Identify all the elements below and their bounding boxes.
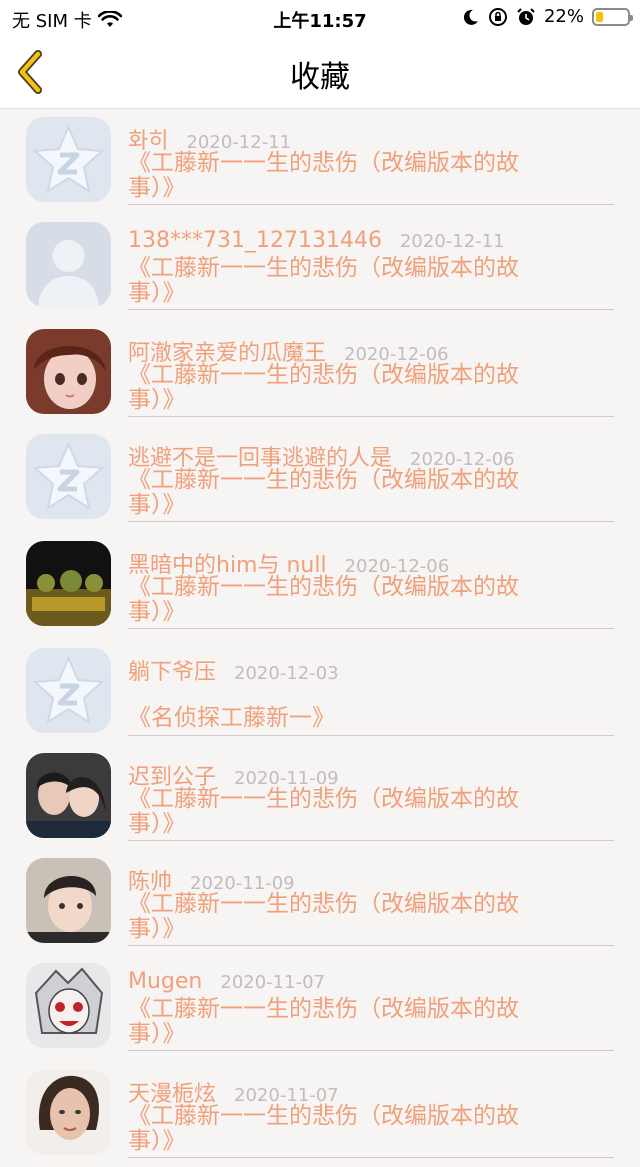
user-name[interactable]: 138***731_127131446 — [128, 228, 382, 253]
qq-default-avatar[interactable] — [26, 434, 111, 519]
qq-default-avatar[interactable] — [26, 648, 111, 733]
name-line: 躺下爷压 2020-12-03 — [128, 654, 339, 686]
nav-bar: 收藏 — [0, 34, 640, 109]
row-divider — [128, 309, 614, 310]
story-title[interactable]: 《工藤新一一生的悲伤（改编版本的故事）》 — [128, 1104, 558, 1154]
story-title[interactable]: 《工藤新一一生的悲伤（改编版本的故事）》 — [128, 892, 558, 942]
boy-photo-avatar[interactable] — [26, 858, 111, 943]
item-date: 2020-12-11 — [399, 231, 505, 252]
row-divider — [128, 735, 614, 736]
list-item[interactable]: 138***731_127131446 2020-12-11 《工藤新一一生的悲伤（… — [0, 214, 640, 319]
list-item[interactable]: 阿澈家亲爱的瓜魔王 2020-12-06 《工藤新一一生的悲伤（改编版本的故事）》 — [0, 321, 640, 426]
rotation-lock-icon — [488, 7, 507, 26]
status-bar: 无 SIM 卡 上午11:57 22% — [0, 0, 640, 34]
woman-photo-avatar[interactable] — [26, 1070, 111, 1155]
row-divider — [128, 521, 614, 522]
list-item[interactable]: 黑暗中的him与 null 2020-12-06 《工藤新一一生的悲伤（改编版本的故… — [0, 533, 640, 638]
battery-fill — [596, 11, 603, 22]
alarm-icon — [517, 7, 535, 25]
row-divider — [128, 840, 614, 841]
couple-photo-avatar[interactable] — [26, 753, 111, 838]
story-title[interactable]: 《工藤新一一生的悲伤（改编版本的故事）》 — [128, 997, 558, 1047]
story-title[interactable]: 《工藤新一一生的悲伤（改编版本的故事）》 — [128, 575, 558, 625]
list-item[interactable]: 迟到公子 2020-11-09 《工藤新一一生的悲伤（改编版本的故事）》 — [0, 745, 640, 850]
battery-percent: 22% — [543, 6, 584, 27]
user-name[interactable]: Mugen — [128, 969, 202, 994]
row-divider — [128, 416, 614, 417]
list-item[interactable]: 화히 2020-12-11 《工藤新一一生的悲伤（改编版本的故事）》 — [0, 109, 640, 214]
row-divider — [128, 1050, 614, 1051]
list-item[interactable]: 逃避不是一回事逃避的人是 2020-12-06 《工藤新一一生的悲伤（改编版本的故事… — [0, 426, 640, 531]
row-divider — [128, 1157, 614, 1158]
name-line: 138***731_127131446 2020-12-11 — [128, 228, 505, 253]
status-right: 22% — [462, 6, 633, 27]
qq-default-avatar[interactable] — [26, 117, 111, 202]
row-divider — [128, 204, 614, 205]
story-title[interactable]: 《工藤新一一生的悲伤（改编版本的故事）》 — [128, 151, 558, 201]
name-line: Mugen 2020-11-07 — [128, 969, 325, 994]
item-date: 2020-11-07 — [220, 972, 325, 993]
row-divider — [128, 628, 614, 629]
list-item[interactable]: 陈帅 2020-11-09 《工藤新一一生的悲伤（改编版本的故事）》 — [0, 850, 640, 955]
item-date: 2020-12-03 — [234, 663, 339, 684]
list-item[interactable]: 躺下爷压 2020-12-03 《名侦探工藤新一》 — [0, 640, 640, 745]
anime-character-avatar[interactable] — [26, 963, 111, 1048]
list-item[interactable]: Mugen 2020-11-07 《工藤新一一生的悲伤（改编版本的故事）》 — [0, 955, 640, 1060]
story-title[interactable]: 《工藤新一一生的悲伤（改编版本的故事）》 — [128, 787, 558, 837]
game-scene-avatar[interactable] — [26, 541, 111, 626]
row-divider — [128, 945, 614, 946]
list-item[interactable]: 天漫栀炫 2020-11-07 《工藤新一一生的悲伤（改编版本的故事）》 — [0, 1062, 640, 1167]
story-title[interactable]: 《工藤新一一生的悲伤（改编版本的故事）》 — [128, 468, 558, 518]
person-silhouette-avatar[interactable] — [26, 222, 111, 307]
story-title[interactable]: 《工藤新一一生的悲伤（改编版本的故事）》 — [128, 256, 558, 306]
anime-girl-avatar[interactable] — [26, 329, 111, 414]
page-title: 收藏 — [290, 60, 350, 95]
battery-icon — [592, 7, 633, 26]
user-name[interactable]: 躺下爷压 — [128, 660, 216, 685]
story-title[interactable]: 《工藤新一一生的悲伤（改编版本的故事）》 — [128, 363, 558, 413]
moon-icon — [463, 9, 478, 25]
story-title[interactable]: 《名侦探工藤新一》 — [128, 706, 558, 731]
